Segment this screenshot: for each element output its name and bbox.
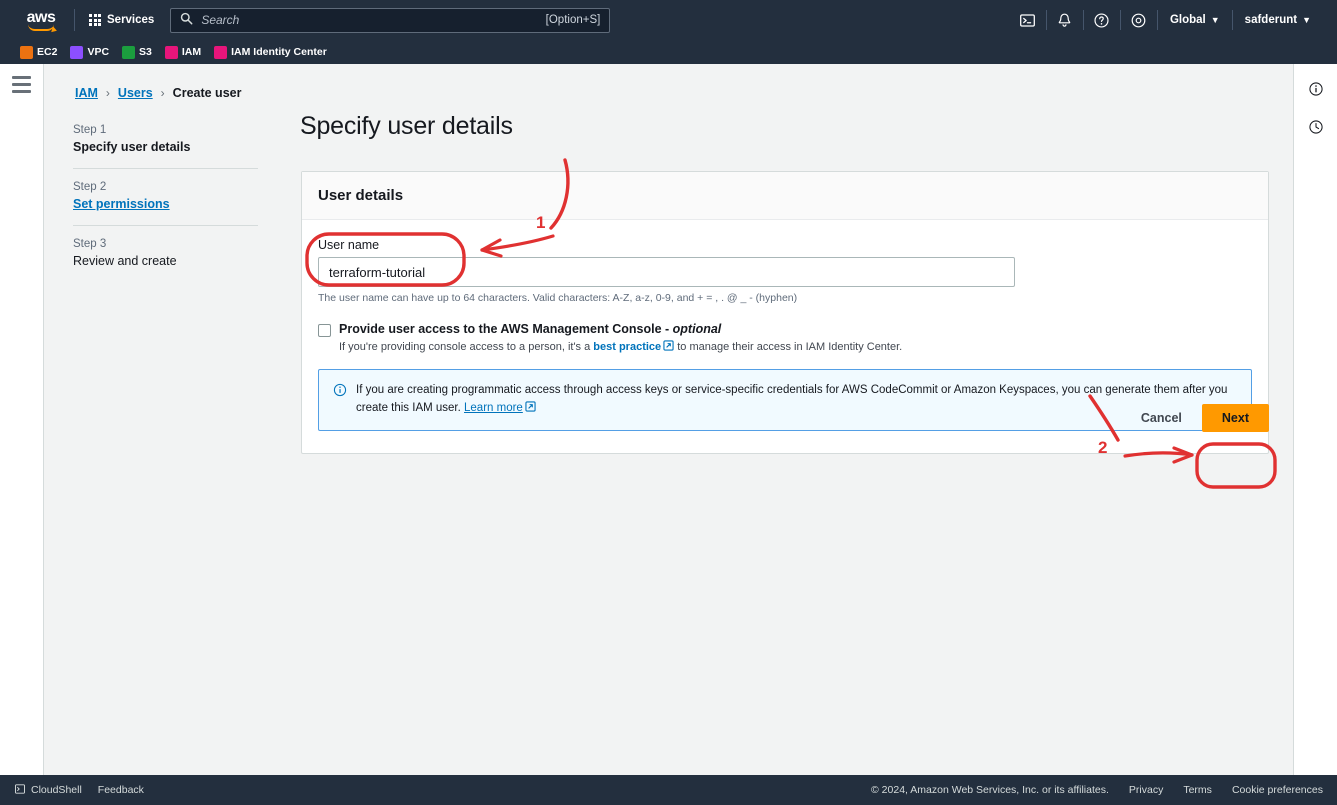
- cloudshell-label: CloudShell: [31, 784, 82, 796]
- services-label: Services: [107, 14, 155, 26]
- right-help-rail: [1293, 64, 1337, 775]
- console-access-checkbox-row[interactable]: Provide user access to the AWS Managemen…: [318, 322, 1252, 353]
- info-icon[interactable]: [1301, 74, 1331, 104]
- service-shortcut-ec2[interactable]: EC2: [20, 45, 58, 59]
- service-shortcut-iam[interactable]: IAM: [164, 45, 202, 59]
- step-title: Specify user details: [73, 140, 191, 154]
- account-menu[interactable]: safderunt ▼: [1233, 0, 1323, 40]
- grid-waffle-icon: [89, 14, 101, 26]
- region-selector[interactable]: Global ▼: [1158, 0, 1232, 40]
- nav-divider: [74, 9, 75, 31]
- cloudshell-button[interactable]: CloudShell: [14, 783, 82, 798]
- card-header: User details: [302, 172, 1268, 220]
- page-title: Specify user details: [300, 112, 513, 140]
- footer-left-group: CloudShell Feedback: [14, 783, 144, 798]
- wizard-steps-sidebar: Step 1 Specify user details Step 2 Set p…: [73, 112, 258, 282]
- s3-service-icon: [122, 45, 136, 59]
- best-practice-link[interactable]: best practice: [593, 341, 661, 353]
- copyright-text: © 2024, Amazon Web Services, Inc. or its…: [871, 784, 1109, 796]
- feedback-button[interactable]: Feedback: [98, 784, 144, 796]
- cloudshell-icon[interactable]: [1010, 0, 1046, 40]
- step-title: Review and create: [73, 254, 177, 268]
- iam-service-icon: [164, 45, 178, 59]
- step-title[interactable]: Set permissions: [73, 197, 258, 211]
- breadcrumb-separator-icon: ›: [160, 86, 165, 100]
- account-label: safderunt: [1244, 14, 1298, 26]
- top-nav-right-group: Global ▼ safderunt ▼: [1010, 0, 1337, 40]
- step-number: Step 3: [73, 238, 107, 250]
- hamburger-menu-icon[interactable]: [12, 76, 31, 97]
- console-access-checkbox[interactable]: [318, 324, 331, 337]
- cancel-button[interactable]: Cancel: [1137, 405, 1186, 431]
- wizard-step-2[interactable]: Step 2 Set permissions: [73, 168, 258, 225]
- username-value: terraform-tutorial: [329, 264, 426, 280]
- aws-wordmark: aws: [26, 8, 56, 26]
- help-question-icon[interactable]: [1084, 0, 1120, 40]
- card-header-title: User details: [318, 187, 404, 204]
- username-input[interactable]: terraform-tutorial: [318, 257, 1015, 287]
- service-shortcut-vpc[interactable]: VPC: [70, 45, 110, 59]
- search-icon: [180, 12, 193, 28]
- console-access-label-text: Provide user access to the AWS Managemen…: [339, 322, 673, 336]
- footer-bar: CloudShell Feedback © 2024, Amazon Web S…: [0, 775, 1337, 805]
- service-shortcut-bar: EC2 VPC S3 IAM IAM Identity Center: [0, 40, 1337, 64]
- search-input[interactable]: Search [Option+S]: [170, 7, 611, 33]
- wizard-actions: Cancel Next: [301, 404, 1269, 432]
- service-label: EC2: [37, 46, 58, 58]
- service-label: IAM: [181, 46, 202, 58]
- services-menu-button[interactable]: Services: [81, 0, 162, 40]
- service-label: S3: [139, 46, 152, 58]
- vpc-service-icon: [70, 45, 84, 59]
- service-shortcut-s3[interactable]: S3: [122, 45, 152, 59]
- service-label: VPC: [87, 46, 110, 58]
- ec2-service-icon: [20, 45, 33, 59]
- desc-after: to manage their access in IAM Identity C…: [674, 341, 903, 353]
- search-placeholder: Search: [201, 13, 240, 27]
- wizard-step-1: Step 1 Specify user details: [73, 112, 258, 168]
- service-label: IAM Identity Center: [231, 46, 327, 58]
- cookie-preferences-link[interactable]: Cookie preferences: [1232, 784, 1323, 796]
- wizard-step-3: Step 3 Review and create: [73, 225, 258, 282]
- console-access-label: Provide user access to the AWS Managemen…: [339, 322, 902, 336]
- main-content-area: IAM › Users › Create user Step 1 Specify…: [44, 64, 1293, 775]
- iam-identity-center-service-icon: [214, 45, 228, 59]
- step-number: Step 2: [73, 181, 107, 193]
- desc-before: If you're providing console access to a …: [339, 341, 594, 353]
- username-hint: The user name can have up to 64 characte…: [318, 292, 798, 304]
- service-shortcut-iam-identity-center[interactable]: IAM Identity Center: [214, 45, 327, 59]
- terms-link[interactable]: Terms: [1183, 784, 1212, 796]
- chevron-down-icon: ▼: [1302, 15, 1311, 25]
- step-number: Step 1: [73, 124, 107, 136]
- notifications-bell-icon[interactable]: [1047, 0, 1083, 40]
- console-access-description: If you're providing console access to a …: [339, 340, 902, 353]
- region-label: Global: [1169, 14, 1206, 26]
- cloudshell-icon: [14, 783, 26, 798]
- settings-gear-icon[interactable]: [1121, 0, 1157, 40]
- privacy-link[interactable]: Privacy: [1129, 784, 1163, 796]
- chevron-down-icon: ▼: [1210, 15, 1220, 25]
- username-label: User name: [318, 238, 380, 252]
- aws-smile-icon: [28, 24, 54, 31]
- aws-logo[interactable]: aws: [14, 0, 68, 40]
- search-shortcut-hint: [Option+S]: [545, 14, 601, 26]
- breadcrumb: IAM › Users › Create user: [75, 86, 241, 100]
- breadcrumb-item-create-user: Create user: [172, 86, 242, 100]
- next-button[interactable]: Next: [1201, 404, 1269, 432]
- top-navigation-bar: aws Services Search [Option+S] Global ▼ …: [0, 0, 1337, 40]
- console-access-optional-text: optional: [672, 322, 722, 336]
- external-link-icon: [663, 340, 674, 351]
- breadcrumb-separator-icon: ›: [105, 86, 110, 100]
- breadcrumb-item-users[interactable]: Users: [118, 86, 153, 100]
- breadcrumb-item-iam[interactable]: IAM: [75, 86, 98, 100]
- footer-right-group: © 2024, Amazon Web Services, Inc. or its…: [871, 784, 1323, 796]
- left-navigation-rail: [0, 64, 44, 775]
- history-clock-icon[interactable]: [1301, 112, 1331, 142]
